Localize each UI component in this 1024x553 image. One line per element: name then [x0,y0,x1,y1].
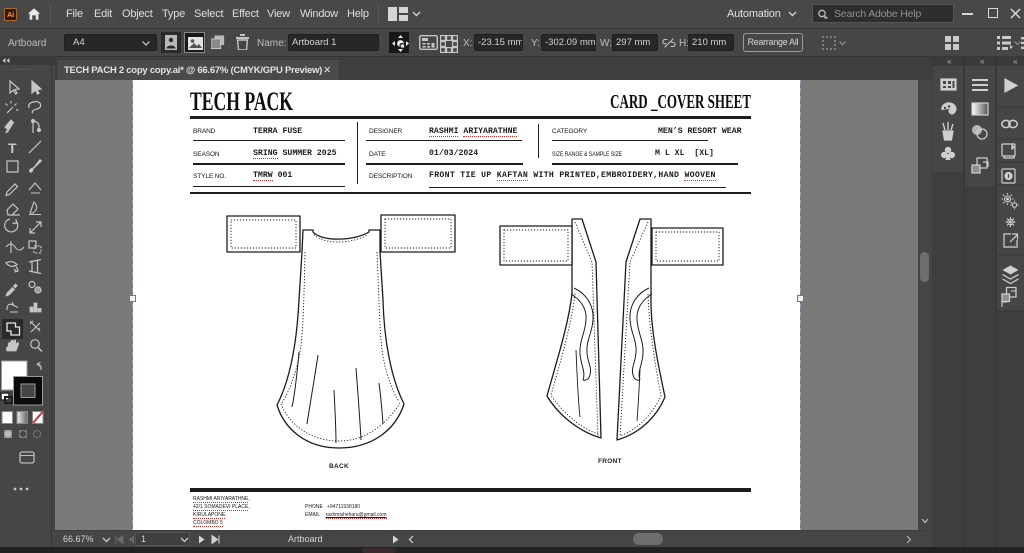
svg-text:T: T [8,140,17,156]
